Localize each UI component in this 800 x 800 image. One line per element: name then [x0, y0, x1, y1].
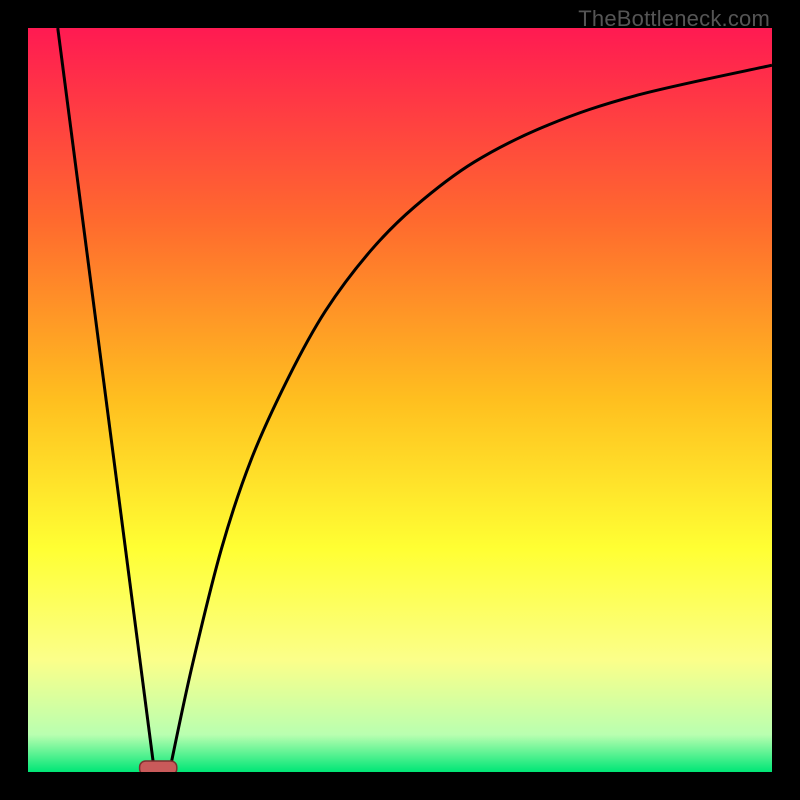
bottleneck-curve: [28, 28, 772, 772]
bottleneck-marker: [140, 761, 177, 772]
chart-container: TheBottleneck.com: [0, 0, 800, 800]
curve-left-segment: [58, 28, 155, 772]
plot-area: [28, 28, 772, 772]
curve-right-segment: [169, 65, 772, 772]
